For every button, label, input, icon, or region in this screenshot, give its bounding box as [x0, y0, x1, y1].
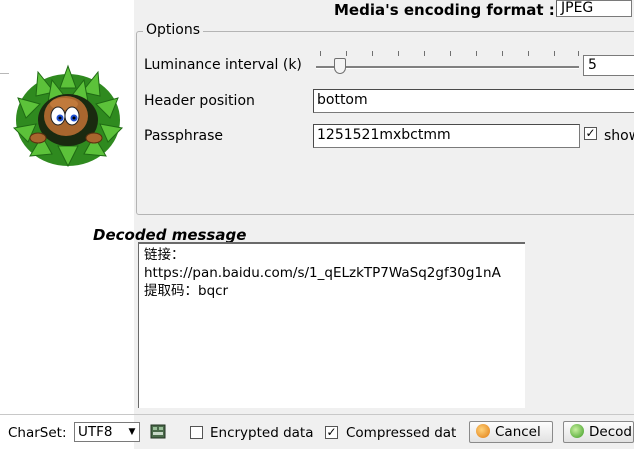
slider-tick: [372, 51, 373, 56]
check-mark: ✓: [326, 425, 337, 439]
cancel-button[interactable]: Cancel: [469, 421, 553, 443]
slider-tick: [578, 51, 579, 56]
encoding-format-select[interactable]: JPEG: [556, 0, 632, 17]
show-passphrase-label: show: [604, 128, 634, 144]
slider-tick: [450, 51, 451, 56]
encrypted-data-label: Encrypted data: [210, 425, 314, 441]
chevron-down-icon[interactable]: ▼: [125, 423, 139, 441]
charset-select[interactable]: UTF8 ▼: [74, 422, 140, 442]
header-position-field[interactable]: bottom: [313, 89, 634, 113]
options-legend: Options: [143, 22, 204, 38]
slider-tick: [346, 51, 347, 56]
footer-divider: [0, 414, 634, 415]
luminance-slider-track[interactable]: [316, 66, 579, 69]
luminance-value-input[interactable]: 5: [583, 55, 634, 76]
mascot-logo: [8, 58, 128, 170]
decoded-message-textarea[interactable]: 链接： https://pan.baidu.com/s/1_qELzkTP7WaS…: [138, 244, 525, 408]
charset-tool-icon[interactable]: [150, 423, 166, 440]
decoded-line-2: https://pan.baidu.com/s/1_qELzkTP7WaSq2g…: [144, 265, 501, 281]
decode-button[interactable]: Decod: [563, 421, 634, 443]
slider-tick: [528, 51, 529, 56]
slider-tick: [424, 51, 425, 56]
slider-tick: [320, 51, 321, 56]
header-position-label: Header position: [144, 93, 255, 109]
slider-tick: [398, 51, 399, 56]
luminance-label: Luminance interval (k): [144, 57, 302, 73]
decoded-line-3: 提取码：bqcr: [144, 283, 229, 299]
check-mark: ✓: [585, 126, 596, 140]
slider-tick: [476, 51, 477, 56]
slider-tick: [554, 51, 555, 56]
decode-icon: [570, 424, 584, 438]
luminance-slider-thumb[interactable]: [334, 58, 346, 74]
passphrase-input[interactable]: 1251521mxbctmm: [313, 124, 580, 148]
decode-button-label: Decod: [589, 424, 632, 440]
passphrase-label: Passphrase: [144, 128, 223, 144]
compressed-data-label: Compressed dat: [346, 425, 457, 441]
encoding-format-label: Media's encoding format :: [334, 1, 555, 19]
cancel-button-label: Cancel: [495, 424, 541, 440]
slider-tick: [502, 51, 503, 56]
encrypted-data-checkbox[interactable]: [190, 426, 203, 439]
encoding-format-value: JPEG: [561, 0, 594, 16]
charset-value: UTF8: [78, 424, 113, 440]
decoded-line-1: 链接：: [144, 247, 185, 263]
compressed-data-checkbox[interactable]: ✓: [325, 426, 338, 439]
charset-label: CharSet:: [8, 425, 67, 441]
cancel-icon: [476, 424, 490, 438]
show-passphrase-checkbox[interactable]: ✓: [584, 127, 597, 140]
